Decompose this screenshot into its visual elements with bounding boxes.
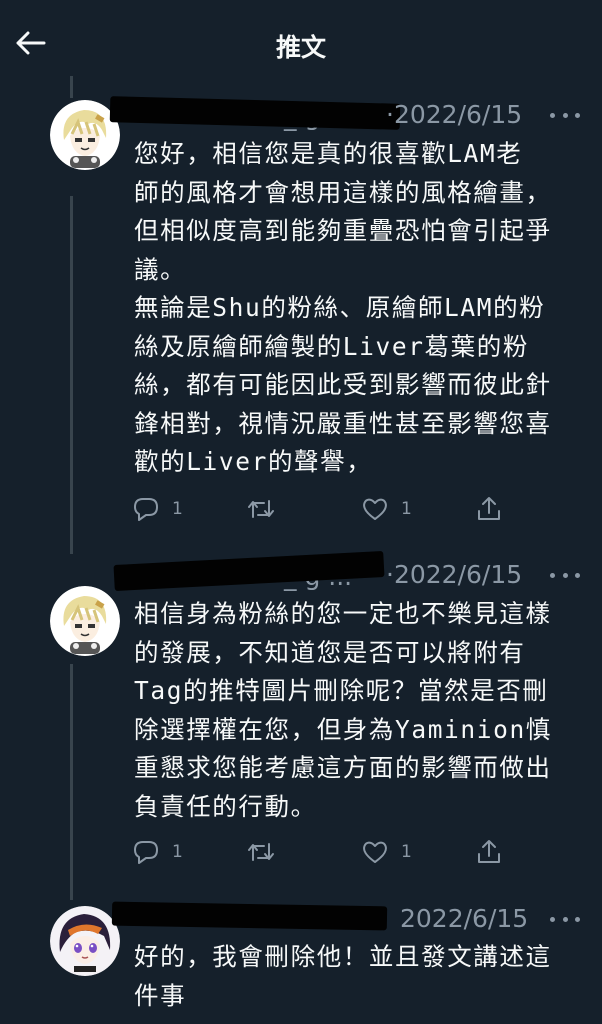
top-bar: 推文 bbox=[0, 0, 602, 82]
anime-avatar-blonde-icon bbox=[50, 586, 120, 656]
dot bbox=[575, 572, 580, 578]
heart-icon bbox=[363, 841, 387, 863]
reply-bubble-icon bbox=[134, 498, 158, 521]
tweet-author[interactable] bbox=[111, 901, 394, 938]
like-count: 1 bbox=[401, 842, 412, 862]
dot bbox=[550, 916, 555, 922]
share-icon bbox=[478, 840, 500, 863]
tweet-actions: 1 1 bbox=[132, 837, 512, 867]
page-title: 推文 bbox=[275, 33, 326, 62]
dot bbox=[562, 572, 568, 578]
tweet-date[interactable]: ·2022/6/15 bbox=[386, 560, 522, 589]
reply-button[interactable]: 1 bbox=[132, 494, 183, 524]
dot bbox=[550, 112, 555, 118]
avatar[interactable] bbox=[50, 586, 120, 656]
dot bbox=[550, 572, 555, 578]
thread-line bbox=[70, 664, 73, 900]
more-options-button[interactable] bbox=[550, 565, 580, 585]
tweet-date[interactable]: ·2022/6/15 bbox=[386, 100, 522, 129]
reply-count: 1 bbox=[172, 842, 183, 862]
retweet-button[interactable] bbox=[246, 837, 276, 867]
heart-icon bbox=[363, 498, 387, 520]
more-options-button[interactable] bbox=[550, 105, 580, 125]
dot bbox=[562, 916, 568, 922]
dot bbox=[575, 916, 580, 922]
tweet-text: 您好，相信您是真的很喜歡LAM老 師的風格才會想用這樣的風格繪畫， 但相似度高到… bbox=[134, 139, 552, 476]
thread-line bbox=[70, 76, 73, 98]
like-count: 1 bbox=[401, 499, 412, 519]
tweet-author[interactable]: _ g ... bbox=[113, 550, 394, 594]
thread-line bbox=[70, 196, 73, 554]
reply-count: 1 bbox=[172, 499, 183, 519]
share-button[interactable] bbox=[475, 494, 503, 524]
anime-avatar-purple-icon bbox=[50, 906, 120, 976]
redaction-mark bbox=[109, 96, 401, 130]
reply-button[interactable]: 1 bbox=[132, 837, 183, 867]
share-icon bbox=[478, 497, 500, 520]
like-button[interactable]: 1 bbox=[361, 494, 412, 524]
retweet-icon bbox=[248, 843, 274, 861]
dot bbox=[575, 112, 580, 118]
like-button[interactable]: 1 bbox=[361, 837, 412, 867]
tweet-text: 相信身為粉絲的您一定也不樂見這樣 的發展，不知道您是否可以將附有 Tag的推特圖… bbox=[134, 599, 552, 821]
reply-bubble-icon bbox=[134, 841, 158, 864]
tweet-text: 好的，我會刪除他！並且發文講述這 件事 bbox=[134, 942, 552, 1010]
share-button[interactable] bbox=[475, 837, 503, 867]
retweet-icon bbox=[248, 500, 274, 518]
dot bbox=[562, 112, 568, 118]
tweet-actions: 1 1 bbox=[132, 494, 512, 524]
tweet-date[interactable]: 2022/6/15 bbox=[400, 904, 528, 933]
retweet-button[interactable] bbox=[246, 494, 276, 524]
more-options-button[interactable] bbox=[550, 909, 580, 929]
tweet-author[interactable]: _ g bbox=[109, 96, 401, 134]
redaction-mark bbox=[111, 901, 388, 931]
avatar[interactable] bbox=[50, 906, 120, 976]
